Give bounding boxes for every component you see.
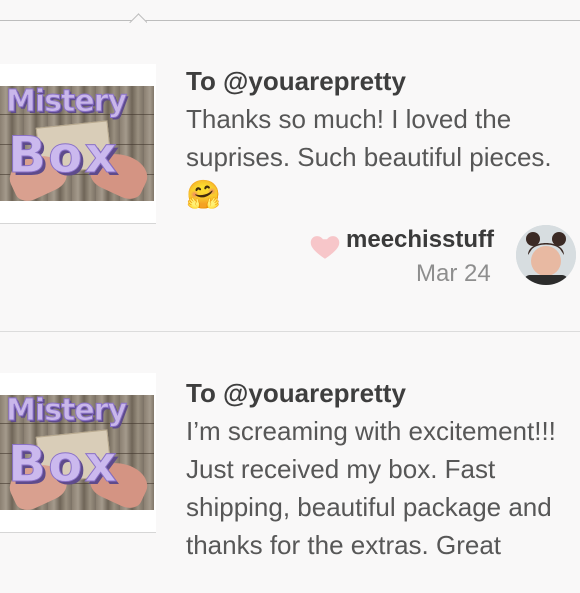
review-text: Thanks so much! I loved the suprises. Su…: [186, 104, 552, 210]
header-divider: [0, 20, 580, 21]
review-divider: [0, 331, 580, 332]
mystery-box-image: Mistery Box: [0, 395, 154, 510]
mystery-box-image: Mistery Box: [0, 86, 154, 201]
hugging-face-emoji: 🤗: [186, 179, 221, 210]
review-card: Mistery Box To @youarepretty Thanks so m…: [0, 22, 580, 332]
reviewer-username[interactable]: meechisstuff: [346, 226, 494, 254]
thumbnail-title-line2: Box: [8, 126, 119, 185]
review-recipient[interactable]: To @youarepretty: [186, 62, 576, 100]
review-content: To @youarepretty Thanks so much! I loved…: [186, 62, 576, 214]
user-avatar[interactable]: [516, 225, 576, 285]
thumbnail-title-line1: Mistery: [6, 86, 128, 120]
review-recipient[interactable]: To @youarepretty: [186, 374, 576, 412]
review-text: I’m screaming with excitement!!! Just re…: [186, 416, 556, 560]
review-date: Mar 24: [416, 260, 491, 287]
thumbnail-title-line2: Box: [8, 435, 119, 494]
heart-icon[interactable]: [308, 229, 342, 263]
thumbnail-title-line1: Mistery: [6, 395, 128, 429]
review-card: Mistery Box To @youarepretty I’m screami…: [0, 333, 580, 593]
listing-thumbnail[interactable]: Mistery Box: [0, 373, 156, 533]
review-content: To @youarepretty I’m screaming with exci…: [186, 374, 576, 564]
listing-thumbnail[interactable]: Mistery Box: [0, 64, 156, 224]
